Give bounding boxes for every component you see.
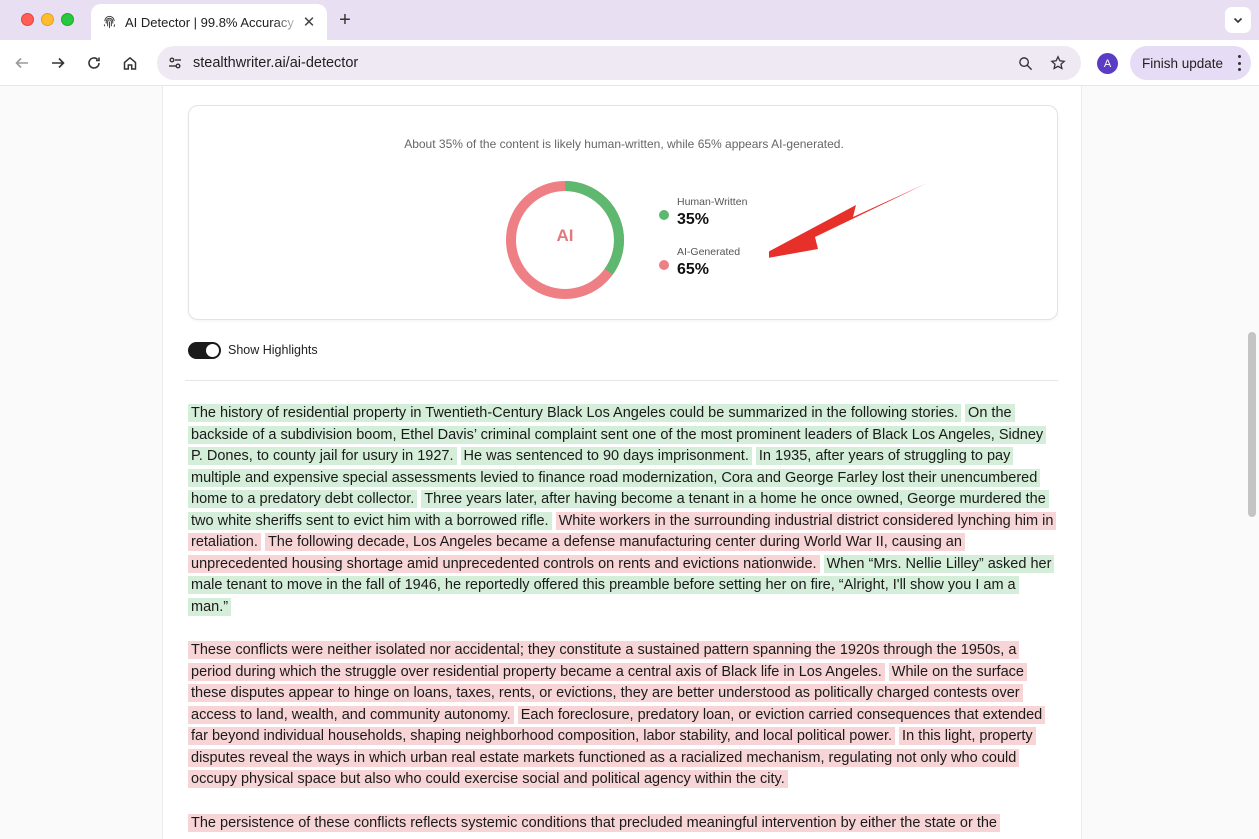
legend-value-ai: 65% [677,261,710,278]
tab-search-button[interactable] [1225,7,1251,33]
legend-name-ai: AI-Generated [677,246,741,258]
reload-button[interactable] [82,51,106,75]
toggle-knob [206,343,219,357]
bookmark-star-icon[interactable] [1048,53,1068,73]
forward-button[interactable] [46,51,70,75]
more-menu-icon[interactable] [1237,55,1241,71]
donut-center-label: AI [556,226,574,245]
new-tab-icon[interactable]: + [334,9,356,31]
scrollbar-thumb[interactable] [1248,332,1256,517]
legend-dot-ai [659,260,669,270]
url-text[interactable]: stealthwriter.ai/ai-detector [193,55,358,71]
show-highlights-row: Show Highlights [188,341,318,359]
chevron-down-icon [1233,17,1243,24]
finish-update-label: Finish update [1142,55,1224,71]
finish-update-button[interactable]: Finish update [1130,46,1251,80]
address-bar[interactable]: stealthwriter.ai/ai-detector [157,46,1081,80]
home-icon [123,56,137,70]
legend-human: Human-Written 35% [659,196,747,246]
divider [185,380,1058,381]
red-arrow-annotation [769,183,927,258]
close-tab-icon[interactable]: ✕ [301,14,317,31]
arrow-left-icon [15,57,28,69]
close-window-button[interactable] [21,13,34,26]
legend-value-human: 35% [677,211,710,228]
human-sentence: He was sentenced to 90 days imprisonment… [460,447,752,465]
zoom-icon[interactable] [1015,53,1035,73]
result-summary: About 35% of the content is likely human… [404,137,844,151]
ai-sentence: The persistence of these conflicts refle… [188,814,1000,832]
browser-toolbar: stealthwriter.ai/ai-detector A Finish up… [0,40,1259,86]
arrow-right-icon [52,57,65,69]
detection-result-card: About 35% of the content is likely human… [188,105,1058,320]
maximize-window-button[interactable] [61,13,74,26]
page-content: About 35% of the content is likely human… [162,86,1082,839]
minimize-window-button[interactable] [41,13,54,26]
page-scrollbar[interactable] [1244,86,1259,839]
fingerprint-icon [101,14,117,30]
active-tab[interactable]: AI Detector | 99.8% Accuracy ✕ [91,4,327,40]
show-highlights-toggle[interactable] [188,341,221,359]
human-sentence: The history of residential property in T… [188,404,962,422]
reload-icon [88,57,100,69]
analyzed-paragraph-2: These conflicts were neither isolated no… [188,640,1058,791]
analyzed-paragraph-3: The persistence of these conflicts refle… [188,813,1058,835]
tab-strip: AI Detector | 99.8% Accuracy ✕ + [0,0,1259,40]
analyzed-paragraph-1: The history of residential property in T… [188,403,1058,618]
profile-avatar[interactable]: A [1097,53,1118,74]
back-button[interactable] [10,51,34,75]
home-button[interactable] [118,51,142,75]
result-legend: Human-Written 35% AI-Generated 65% [659,196,747,296]
legend-name-human: Human-Written [677,196,748,208]
legend-ai: AI-Generated 65% [659,246,747,296]
tab-title: AI Detector | 99.8% Accuracy [125,14,294,30]
page-viewport: About 35% of the content is likely human… [0,86,1259,839]
legend-dot-human [659,210,669,220]
site-info-icon[interactable] [165,53,185,73]
show-highlights-label: Show Highlights [228,343,318,357]
